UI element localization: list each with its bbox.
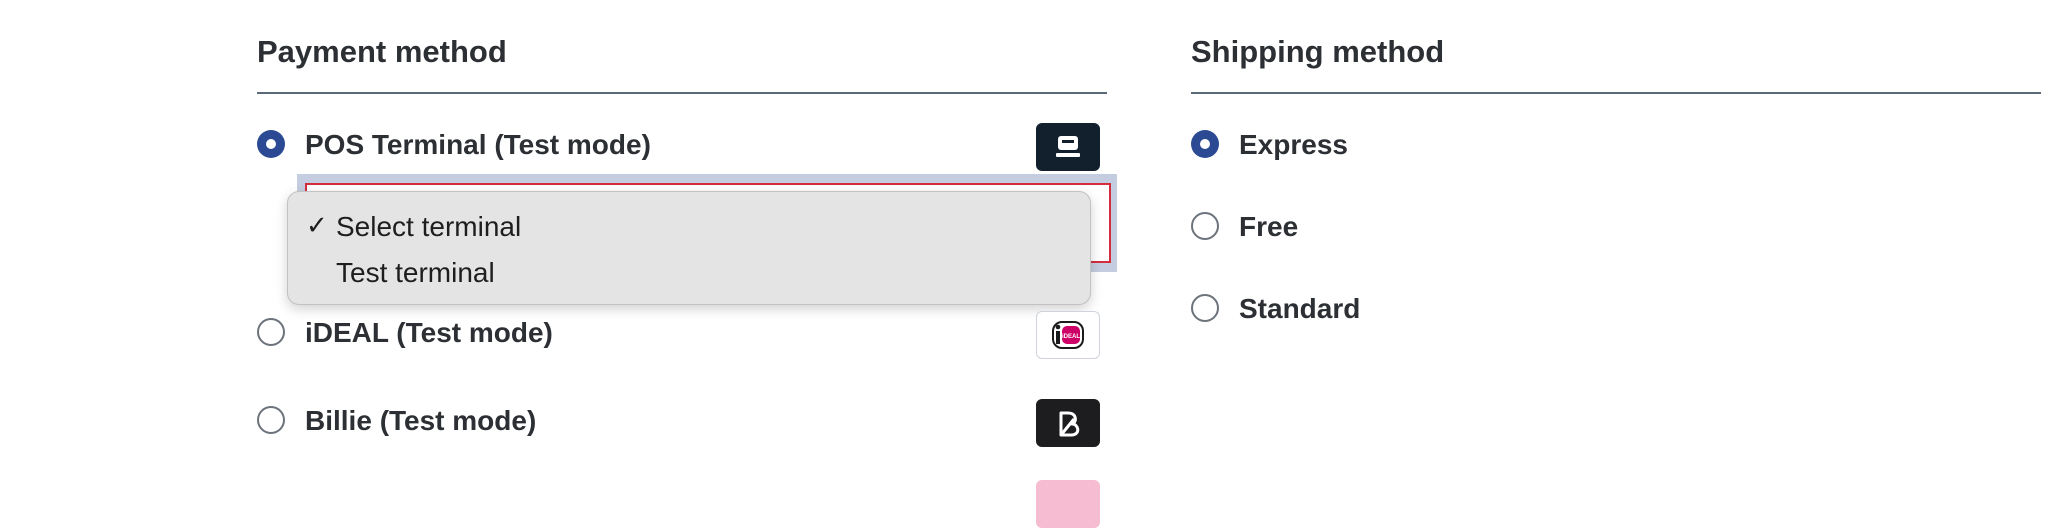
express-label[interactable]: Express	[1239, 129, 1348, 161]
payment-logo-partial	[1036, 480, 1100, 528]
checkmark-icon: ✓	[306, 210, 328, 240]
billie-logo	[1036, 399, 1100, 447]
shipping-option-express[interactable]: Express	[1191, 121, 2041, 173]
ideal-logo: iDEAL	[1036, 311, 1100, 359]
standard-label[interactable]: Standard	[1239, 293, 1360, 325]
express-radio[interactable]	[1191, 130, 1219, 158]
ideal-logo-text: iDEAL	[1062, 334, 1080, 340]
payment-divider	[257, 92, 1107, 94]
shipping-option-free[interactable]: Free	[1191, 203, 2041, 255]
dropdown-option-label[interactable]: Select terminal	[336, 211, 521, 243]
payment-option-pos-terminal[interactable]: POS Terminal (Test mode)	[257, 121, 1107, 173]
standard-radio[interactable]	[1191, 294, 1219, 322]
payment-option-next[interactable]	[257, 478, 1107, 530]
payment-option-billie[interactable]: Billie (Test mode)	[257, 397, 1107, 449]
billie-label[interactable]: Billie (Test mode)	[305, 405, 536, 437]
pos-terminal-label[interactable]: POS Terminal (Test mode)	[305, 129, 651, 161]
dropdown-option-select-terminal[interactable]: ✓ Select terminal	[288, 204, 1090, 248]
free-label[interactable]: Free	[1239, 211, 1298, 243]
ideal-label[interactable]: iDEAL (Test mode)	[305, 317, 553, 349]
dropdown-option-label[interactable]: Test terminal	[336, 257, 495, 289]
dropdown-option-test-terminal[interactable]: Test terminal	[288, 250, 1090, 294]
shipping-option-standard[interactable]: Standard	[1191, 285, 2041, 337]
shipping-method-title: Shipping method	[1191, 34, 1445, 69]
payment-option-ideal[interactable]: iDEAL (Test mode) iDEAL	[257, 309, 1107, 361]
pos-terminal-icon	[1036, 123, 1100, 171]
free-radio[interactable]	[1191, 212, 1219, 240]
pos-terminal-radio[interactable]	[257, 130, 285, 158]
payment-method-title: Payment method	[257, 34, 507, 69]
terminal-dropdown: ✓ Select terminal Test terminal	[287, 191, 1091, 305]
shipping-divider	[1191, 92, 2041, 94]
ideal-radio[interactable]	[257, 318, 285, 346]
billie-radio[interactable]	[257, 406, 285, 434]
